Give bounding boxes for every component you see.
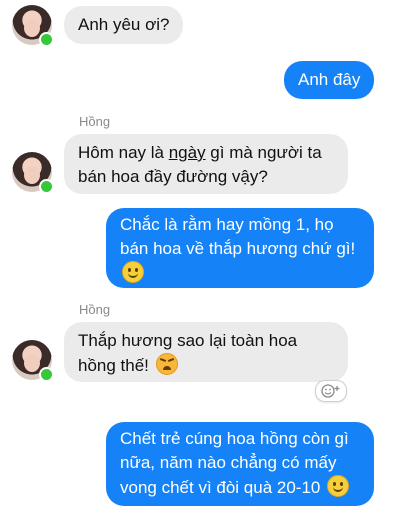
- message-line: Hôm nay là ngày gì mà người ta: [78, 143, 322, 162]
- message-line: bán hoa về thắp hương chứ gì!: [120, 239, 356, 258]
- message-line: Chắc là rằm hay mồng 1, họ: [120, 215, 334, 234]
- message-line: hồng thế!: [78, 356, 149, 375]
- incoming-message-bubble[interactable]: Anh yêu ơi?: [64, 6, 184, 44]
- underlined-word: ngày: [168, 143, 206, 162]
- add-reaction-icon: [321, 384, 340, 398]
- outgoing-message-bubble[interactable]: Anh đây: [284, 61, 375, 99]
- incoming-message-bubble[interactable]: Thắp hương sao lại toàn hoa hồng thế!: [64, 322, 348, 382]
- message-line: nữa, năm nào chẳng có mấy: [120, 453, 337, 472]
- add-reaction-button[interactable]: [315, 380, 347, 402]
- avatar[interactable]: [12, 5, 54, 47]
- avatar[interactable]: [12, 340, 54, 382]
- message-text: Anh đây: [298, 70, 361, 89]
- message-line: vong chết vì đòi quà 20-10: [120, 478, 321, 497]
- message-line: bán hoa đầy đường vậy?: [78, 167, 268, 186]
- smiling-face-icon: [122, 261, 144, 283]
- message-line: Chết trẻ cúng hoa hồng còn gì: [120, 429, 349, 448]
- sender-name: Hồng: [79, 302, 111, 317]
- angry-face-icon: [155, 353, 178, 375]
- sender-name: Hồng: [79, 114, 111, 129]
- incoming-message-bubble[interactable]: Hôm nay là ngày gì mà người ta bán hoa đ…: [64, 134, 348, 194]
- outgoing-message-bubble[interactable]: Chết trẻ cúng hoa hồng còn gì nữa, năm n…: [106, 422, 374, 506]
- avatar[interactable]: [12, 152, 54, 194]
- online-status-dot: [39, 367, 54, 382]
- smiling-face-icon: [327, 475, 350, 497]
- message-text: Anh yêu ơi?: [78, 15, 170, 34]
- message-line: Thắp hương sao lại toàn hoa: [78, 331, 298, 350]
- outgoing-message-bubble[interactable]: Chắc là rằm hay mồng 1, họ bán hoa về th…: [106, 208, 374, 288]
- online-status-dot: [39, 179, 54, 194]
- online-status-dot: [39, 32, 54, 47]
